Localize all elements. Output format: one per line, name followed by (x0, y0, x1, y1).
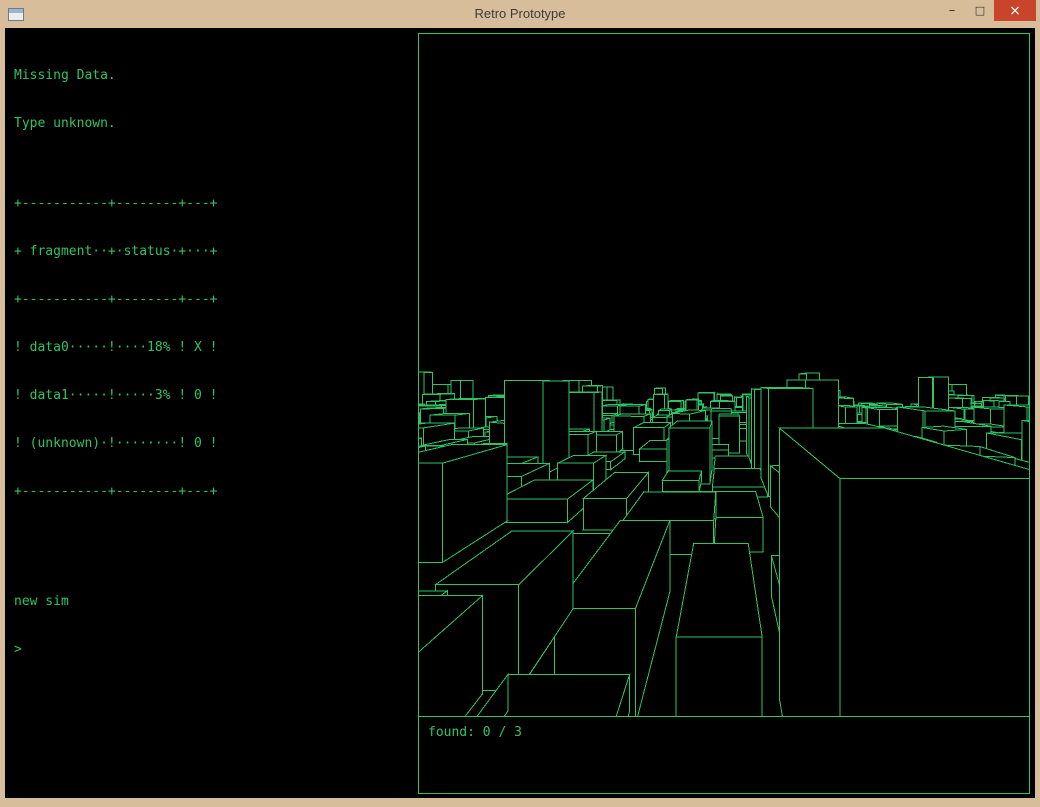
terminal-message-line: Type unknown. (14, 116, 218, 132)
app-window: Retro Prototype – □ × Missing Data. Type… (0, 0, 1040, 807)
terminal-panel: Missing Data. Type unknown. +-----------… (14, 36, 218, 690)
app-content: Missing Data. Type unknown. +-----------… (5, 28, 1035, 798)
status-panel: found: 0 / 3 (418, 716, 1030, 794)
window-controls: – □ × (938, 0, 1036, 28)
close-button[interactable]: × (994, 0, 1036, 21)
table-row: ! (unknown)·!········! 0 ! (14, 436, 218, 452)
app-icon-glyph (9, 9, 23, 13)
table-header-line: + fragment··+·status·+···+ (14, 244, 218, 260)
command-label: new sim (14, 594, 218, 610)
scene-viewport[interactable] (418, 33, 1030, 717)
wireframe-scene (419, 34, 1029, 716)
table-line: +-----------+--------+---+ (14, 292, 218, 308)
fragment-status-table: +-----------+--------+---+ + fragment··+… (14, 164, 218, 532)
window-titlebar[interactable]: Retro Prototype – □ × (0, 0, 1040, 28)
maximize-icon: □ (975, 4, 985, 17)
window-title: Retro Prototype (0, 0, 1040, 28)
app-icon[interactable] (8, 8, 24, 21)
table-line: +-----------+--------+---+ (14, 196, 218, 212)
table-row: ! data1·····!·····3% ! 0 ! (14, 388, 218, 404)
maximize-button[interactable]: □ (966, 0, 994, 21)
command-prompt[interactable]: > (14, 642, 218, 658)
table-row: ! data0·····!····18% ! X ! (14, 340, 218, 356)
close-icon: × (1009, 3, 1021, 19)
table-line: +-----------+--------+---+ (14, 484, 218, 500)
minimize-button[interactable]: – (938, 0, 966, 21)
minimize-icon: – (949, 3, 956, 18)
found-counter: found: 0 / 3 (428, 725, 1020, 741)
terminal-message-line: Missing Data. (14, 68, 218, 84)
